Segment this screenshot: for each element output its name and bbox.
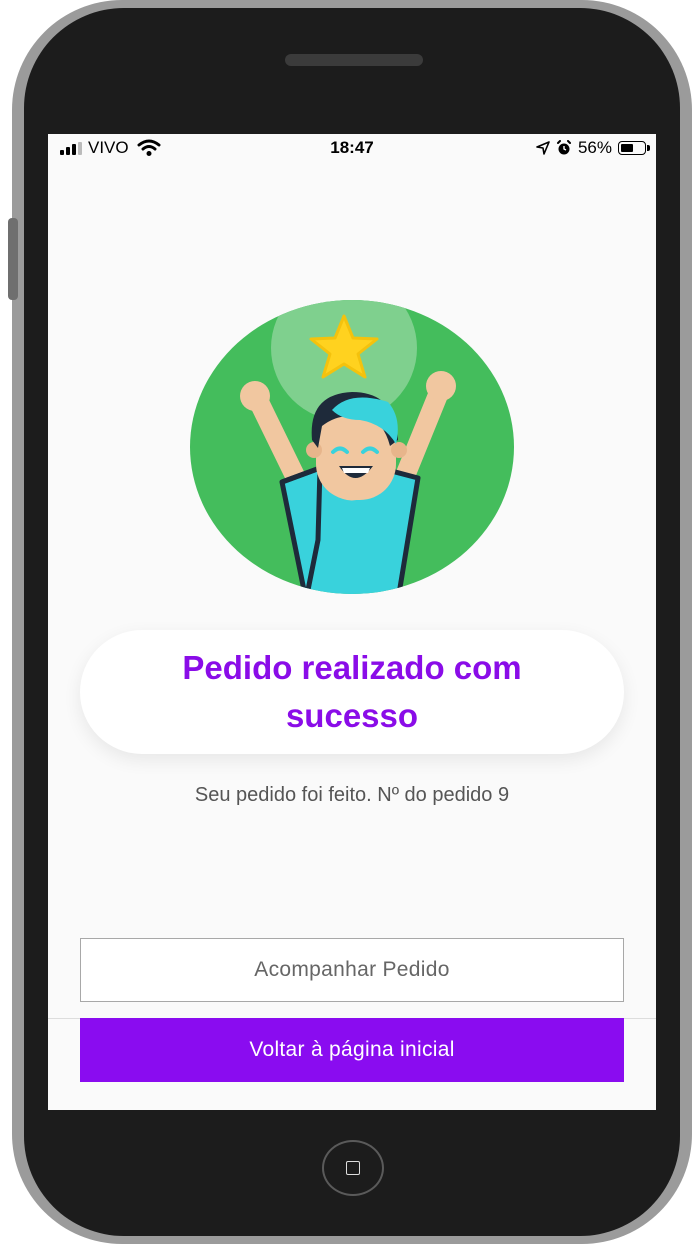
battery-icon xyxy=(618,141,650,155)
track-order-button[interactable]: Acompanhar Pedido xyxy=(80,938,624,1002)
home-square-icon xyxy=(346,1161,360,1175)
battery-percent: 56% xyxy=(577,138,612,157)
phone-speaker xyxy=(285,54,423,66)
order-message: Seu pedido foi feito. Nº do pedido 9 xyxy=(194,784,510,806)
status-right: 56% xyxy=(536,138,650,158)
phone-home-button[interactable] xyxy=(322,1140,384,1196)
success-title-card: Pedido realizado com sucesso xyxy=(80,630,624,754)
alarm-icon xyxy=(556,140,571,155)
success-illustration xyxy=(190,300,514,594)
phone-side-button xyxy=(8,218,18,300)
status-bar: VIVO 18:47 56% xyxy=(48,134,656,164)
app-screen: VIVO 18:47 56% Pedido realizado com suce… xyxy=(48,134,656,1110)
location-icon xyxy=(536,141,550,155)
success-title: Pedido realizado com sucesso xyxy=(182,649,522,734)
back-home-button[interactable]: Voltar à página inicial xyxy=(80,1018,624,1082)
